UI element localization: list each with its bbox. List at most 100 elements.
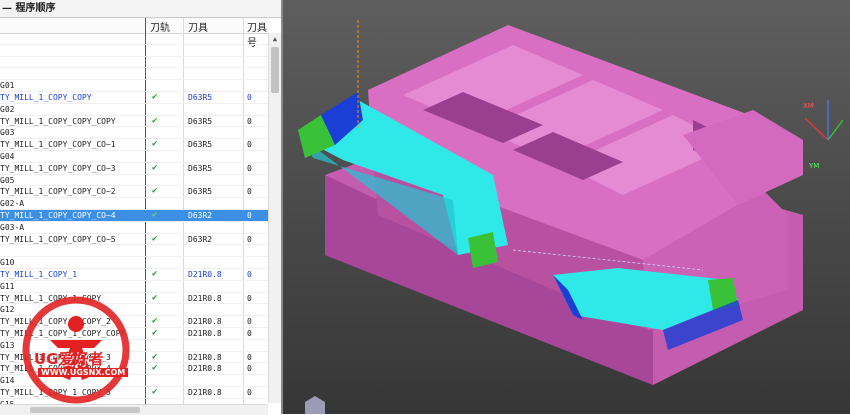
operation-row[interactable]: G01 bbox=[0, 80, 268, 92]
column-headers: 刀轨 刀具 刀具号 bbox=[0, 18, 268, 49]
operation-row[interactable] bbox=[0, 33, 268, 45]
operation-row[interactable]: TY_MILL_1_COPY_COPY_CO~5 ✔ D63R2 0 bbox=[0, 234, 268, 246]
operation-name: G01 bbox=[0, 81, 15, 91]
column-header-toolpath[interactable]: 刀轨 bbox=[150, 19, 170, 34]
operation-row[interactable]: TY_MILL_1_COPY_1_COPY_2 ✔ D21R0.8 0 bbox=[0, 316, 268, 328]
tool-name: D63R5 bbox=[188, 187, 213, 197]
axis-x-icon bbox=[804, 117, 829, 141]
operation-name: G05 bbox=[0, 175, 15, 185]
toolpath-status-icon: ✔ bbox=[152, 139, 158, 150]
tool-number: 0 bbox=[247, 116, 252, 126]
operation-row[interactable]: TY_MILL_1_COPY_1_COPY_5 ✔ D21R0.8 0 bbox=[0, 387, 268, 399]
tool-name: D21R0.8 bbox=[188, 269, 222, 279]
operation-name: TY_MILL_1_COPY_COPY bbox=[0, 92, 92, 102]
operation-name: G12 bbox=[0, 305, 15, 315]
operation-name: G02 bbox=[0, 104, 15, 114]
tool-number: 0 bbox=[247, 317, 252, 327]
operation-row[interactable]: G10 bbox=[0, 257, 268, 269]
operation-name: G03 bbox=[0, 128, 15, 138]
navigator-title: — 程序顺序 bbox=[0, 0, 281, 18]
tool-number: 0 bbox=[247, 163, 252, 173]
operation-name: TY_MILL_1_COPY_1_COPY bbox=[0, 293, 102, 303]
toolpath-status-icon: ✔ bbox=[152, 115, 158, 126]
watermark-url: WWW.UGSNX.COM bbox=[38, 368, 129, 377]
toolpath-status-icon: ✔ bbox=[152, 209, 158, 220]
operation-row[interactable]: TY_MILL_1_COPY_COPY_CO~4 ✔ D63R2 0 bbox=[0, 209, 268, 222]
tool-number: 0 bbox=[247, 387, 252, 397]
part-model-view[interactable]: XM YM bbox=[283, 0, 850, 414]
operation-row[interactable]: TY_MILL_1_COPY_1 ✔ D21R0.8 0 bbox=[0, 269, 268, 281]
operation-row[interactable] bbox=[0, 45, 268, 57]
operation-row[interactable]: TY_MILL_1_COPY_1_COPY_COPY ✔ D21R0.8 0 bbox=[0, 328, 268, 340]
operation-row[interactable]: G03 bbox=[0, 127, 268, 140]
toolpath-status-icon: ✔ bbox=[152, 363, 158, 374]
scroll-up-icon[interactable]: ▲ bbox=[269, 33, 281, 45]
tool-number: 0 bbox=[247, 328, 252, 338]
tool-name: D21R0.8 bbox=[188, 293, 222, 303]
tool-name: D63R5 bbox=[188, 163, 213, 173]
operation-row[interactable]: G03-A bbox=[0, 222, 268, 234]
axis-y-icon bbox=[827, 119, 844, 141]
operation-name: TY_MILL_1_COPY_COPY_CO~4 bbox=[0, 210, 116, 220]
operation-name: G13 bbox=[0, 340, 15, 350]
toolpath-status-icon: ✔ bbox=[152, 351, 158, 362]
operation-row[interactable]: G12 bbox=[0, 304, 268, 317]
operation-name: TY_MILL_1_COPY_1_COPY_5 bbox=[0, 387, 111, 397]
operation-name: G10 bbox=[0, 258, 15, 268]
scroll-thumb[interactable] bbox=[271, 47, 279, 93]
operation-row[interactable]: TY_MILL_1_COPY_COPY_CO~1 ✔ D63R5 0 bbox=[0, 139, 268, 151]
toolpath-status-icon: ✔ bbox=[152, 268, 158, 279]
view-cube-icon bbox=[305, 396, 325, 414]
toolpath-status-icon: ✔ bbox=[152, 233, 158, 244]
tool-number: 0 bbox=[247, 364, 252, 374]
operation-row[interactable]: G02 bbox=[0, 104, 268, 116]
tool-number: 0 bbox=[247, 140, 252, 150]
watermark-brand: UG爱好者 bbox=[34, 350, 104, 368]
toolpath-status-icon: ✔ bbox=[152, 91, 158, 102]
operation-name: TY_MILL_1_COPY_1 bbox=[0, 269, 78, 279]
tool-name: D63R5 bbox=[188, 116, 213, 126]
operation-name: TY_MILL_1_COPY_1_COPY_2 bbox=[0, 317, 111, 327]
operation-name: G11 bbox=[0, 281, 15, 291]
operation-name: TY_MILL_1_COPY_1_COPY_COPY bbox=[0, 328, 126, 338]
column-header-tool[interactable]: 刀具 bbox=[188, 19, 208, 34]
horizontal-scroll-thumb[interactable] bbox=[30, 407, 140, 413]
operation-row[interactable] bbox=[0, 68, 268, 81]
tool-number: 0 bbox=[247, 234, 252, 244]
toolpath-status-icon: ✔ bbox=[152, 292, 158, 303]
operation-row[interactable]: TY_MILL_1_COPY_COPY_CO~2 ✔ D63R5 0 bbox=[0, 186, 268, 199]
toolpath-status-icon: ✔ bbox=[152, 186, 158, 197]
operation-row[interactable]: TY_MILL_1_COPY_1_COPY ✔ D21R0.8 0 bbox=[0, 293, 268, 305]
operation-row[interactable]: TY_MILL_1_COPY_COPY_COPY ✔ D63R5 0 bbox=[0, 116, 268, 128]
tool-name: D21R0.8 bbox=[188, 364, 222, 374]
operation-name: G03-A bbox=[0, 222, 25, 232]
operation-row[interactable]: TY_MILL_1_COPY_COPY ✔ D63R5 0 bbox=[0, 92, 268, 104]
tool-number: 0 bbox=[247, 293, 252, 303]
operation-row[interactable]: G05 bbox=[0, 175, 268, 187]
tool-number: 0 bbox=[247, 92, 252, 102]
tool-number: 0 bbox=[247, 352, 252, 362]
operation-row[interactable]: G04 bbox=[0, 151, 268, 163]
graphics-viewport[interactable]: XM YM bbox=[283, 0, 850, 414]
operation-row[interactable] bbox=[0, 245, 268, 258]
operation-row[interactable]: G11 bbox=[0, 281, 268, 293]
operation-name: G14 bbox=[0, 376, 15, 386]
tool-number: 0 bbox=[247, 210, 252, 220]
tool-name: D21R0.8 bbox=[188, 352, 222, 362]
horizontal-scrollbar[interactable] bbox=[0, 404, 268, 415]
tool-name: D21R0.8 bbox=[188, 328, 222, 338]
axis-label-y: YM bbox=[808, 162, 819, 170]
tool-name: D63R2 bbox=[188, 210, 213, 220]
operation-name: G02-A bbox=[0, 199, 25, 209]
operation-name: G04 bbox=[0, 151, 15, 161]
vertical-scrollbar[interactable]: ▲ bbox=[268, 33, 281, 403]
operation-row[interactable] bbox=[0, 57, 268, 69]
tool-number: 0 bbox=[247, 187, 252, 197]
tool-name: D21R0.8 bbox=[188, 387, 222, 397]
operation-row[interactable]: TY_MILL_1_COPY_COPY_CO~3 ✔ D63R5 0 bbox=[0, 163, 268, 175]
operation-name: TY_MILL_1_COPY_COPY_CO~3 bbox=[0, 163, 116, 173]
toolpath-status-icon: ✔ bbox=[152, 386, 158, 397]
toolpath-status-icon: ✔ bbox=[152, 316, 158, 327]
axis-label-x: XM bbox=[803, 102, 814, 110]
operation-row[interactable]: G02-A bbox=[0, 198, 268, 210]
